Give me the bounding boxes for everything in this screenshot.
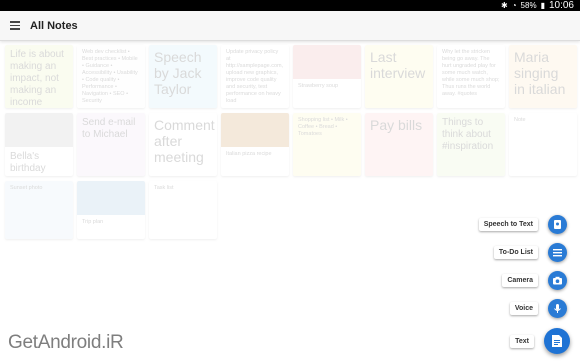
battery-level: 58% <box>520 1 537 10</box>
speed-dial-voice[interactable]: Voice <box>509 299 567 318</box>
bluetooth-icon: ✱ <box>501 1 508 10</box>
speech-to-text-icon[interactable] <box>548 215 567 234</box>
app-bar: All Notes <box>0 11 580 41</box>
page-title: All Notes <box>30 19 78 32</box>
battery-icon: ▮ <box>540 1 545 10</box>
microphone-icon[interactable] <box>548 299 567 318</box>
wifi-icon: ◔ <box>511 1 517 10</box>
clock: 10:06 <box>548 0 574 11</box>
speech-to-text-label[interactable]: Speech to Text <box>478 218 538 231</box>
text-label[interactable]: Text <box>510 334 534 348</box>
hamburger-menu-icon[interactable] <box>0 11 30 41</box>
camera-label[interactable]: Camera <box>502 274 538 287</box>
speed-dial-speech-to-text[interactable]: Speech to Text <box>478 215 567 234</box>
speed-dial-text[interactable]: Text <box>510 328 570 354</box>
todo-list-label[interactable]: To-Do List <box>493 246 538 259</box>
text-note-icon[interactable] <box>544 328 570 354</box>
status-bar: ✱ ◔ 58% ▮ 10:06 <box>0 0 580 11</box>
list-icon[interactable] <box>548 243 567 262</box>
watermark-text: GetAndroid.iR <box>8 332 124 353</box>
speed-dial-camera[interactable]: Camera <box>502 271 567 290</box>
speed-dial-todo-list[interactable]: To-Do List <box>493 243 567 262</box>
voice-label[interactable]: Voice <box>509 302 538 315</box>
dim-overlay[interactable] <box>0 41 580 362</box>
camera-icon[interactable] <box>548 271 567 290</box>
